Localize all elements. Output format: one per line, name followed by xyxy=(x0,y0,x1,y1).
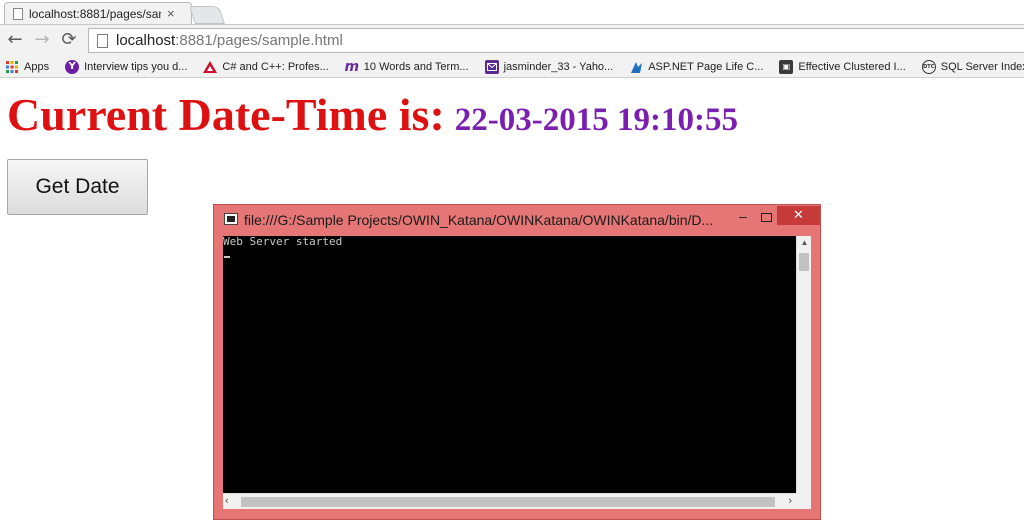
apps-grid-icon xyxy=(5,60,19,74)
datetime-label: Current Date-Time is: xyxy=(7,89,445,140)
tab-strip: localhost:8881/pages/sample.html × xyxy=(0,0,1024,24)
bookmark-item[interactable]: C# and C++: Profes... xyxy=(203,60,329,74)
console-title: file:///G:/Sample Projects/OWIN_Katana/O… xyxy=(244,212,714,228)
bookmark-label: Apps xyxy=(24,60,50,73)
bookmark-apps[interactable]: Apps xyxy=(5,60,49,74)
scroll-up-icon[interactable]: ▲ xyxy=(797,238,812,247)
bookmark-item[interactable]: Y Interview tips you d... xyxy=(65,59,188,74)
browser-toolbar: ← → ⟳ localhost:8881/pages/sample.html xyxy=(0,24,1024,56)
console-output-area[interactable]: Web Server started xyxy=(223,236,796,493)
console-title-bar[interactable]: file:///G:/Sample Projects/OWIN_Katana/O… xyxy=(214,205,820,235)
asp-logo-icon xyxy=(629,60,643,74)
bookmark-item[interactable]: m 10 Words and Term... xyxy=(344,58,469,75)
horizontal-scroll-thumb[interactable] xyxy=(241,497,775,507)
yahoo-icon: Y xyxy=(65,59,80,74)
maximize-icon[interactable] xyxy=(755,208,777,228)
page-icon xyxy=(13,7,23,20)
back-arrow-icon[interactable]: ← xyxy=(4,29,26,51)
bookmark-label: Effective Clustered I... xyxy=(798,60,906,73)
forward-arrow-icon[interactable]: → xyxy=(31,29,53,51)
console-app-icon xyxy=(224,213,238,225)
vertical-scroll-thumb[interactable] xyxy=(799,253,809,271)
tab-title: localhost:8881/pages/sample.html xyxy=(29,6,161,21)
url-path: :8881/pages/sample.html xyxy=(175,32,343,49)
scroll-left-icon[interactable]: ‹ xyxy=(225,495,229,507)
console-window: file:///G:/Sample Projects/OWIN_Katana/O… xyxy=(213,204,821,520)
bookmark-label: 10 Words and Term... xyxy=(363,60,469,73)
dtc-logo-icon: DTC xyxy=(921,59,936,74)
mail-icon xyxy=(484,59,499,74)
bookmarks-bar: Apps Y Interview tips you d... C# and C+… xyxy=(0,56,1024,78)
get-date-button[interactable]: Get Date xyxy=(7,159,148,215)
minimize-icon[interactable]: – xyxy=(732,208,754,228)
datetime-value: 22-03-2015 19:10:55 xyxy=(454,102,738,138)
bookmark-item[interactable]: ▣ Effective Clustered I... xyxy=(779,59,906,74)
console-cursor xyxy=(224,256,230,258)
bookmark-label: ASP.NET Page Life C... xyxy=(648,60,764,73)
resize-grip-icon[interactable] xyxy=(796,493,811,509)
url-host: localhost xyxy=(116,32,176,49)
close-icon[interactable]: ✕ xyxy=(777,206,820,225)
terminal-logo-icon: ▣ xyxy=(779,59,794,74)
bookmark-label: C# and C++: Profes... xyxy=(222,60,329,73)
browser-tab[interactable]: localhost:8881/pages/sample.html × xyxy=(4,2,192,24)
vertical-scrollbar[interactable]: ▲ xyxy=(796,236,811,493)
datetime-heading: Current Date-Time is: 22-03-2015 19:10:5… xyxy=(7,88,738,141)
triangle-logo-icon xyxy=(203,60,218,74)
bookmark-item[interactable]: DTC SQL Server Indexes xyxy=(921,59,1024,74)
tab-close-icon[interactable]: × xyxy=(167,7,175,20)
m-logo-icon: m xyxy=(344,58,360,75)
reload-icon[interactable]: ⟳ xyxy=(58,29,80,51)
console-output: Web Server started xyxy=(223,235,343,248)
page-icon xyxy=(97,33,108,48)
bookmark-label: SQL Server Indexes xyxy=(940,60,1024,73)
bookmark-label: Interview tips you d... xyxy=(84,60,188,73)
new-tab-button[interactable] xyxy=(189,6,225,24)
horizontal-scrollbar[interactable]: ‹ › xyxy=(223,493,796,509)
address-bar[interactable]: localhost:8881/pages/sample.html xyxy=(88,28,1024,53)
bookmark-label: jasminder_33 - Yaho... xyxy=(503,60,614,73)
bookmark-item[interactable]: ASP.NET Page Life C... xyxy=(629,60,763,74)
address-url: localhost:8881/pages/sample.html xyxy=(116,32,343,49)
scroll-right-icon[interactable]: › xyxy=(788,495,792,507)
bookmark-item[interactable]: jasminder_33 - Yaho... xyxy=(484,59,614,74)
